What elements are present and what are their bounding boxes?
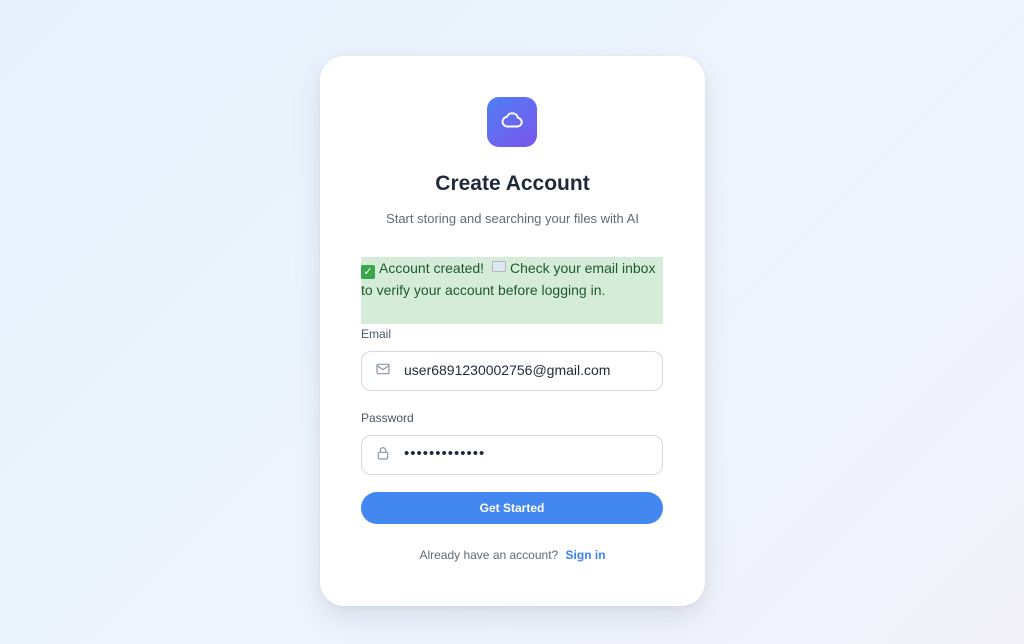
cloud-icon (499, 107, 525, 138)
page-title: Create Account (435, 172, 590, 195)
signin-prompt-text: Already have an account? (419, 548, 559, 562)
signin-prompt-row: Already have an account? Sign in (320, 548, 705, 562)
email-label: Email (361, 327, 392, 341)
lock-icon (375, 445, 391, 461)
envelope-icon (491, 261, 506, 272)
page-subtitle: Start storing and searching your files w… (386, 211, 639, 226)
success-alert: ✓ Account created! Check your email inbox… (361, 257, 663, 324)
check-mark-icon: ✓ (361, 265, 375, 279)
email-field[interactable]: user6891230002756@gmail.com (361, 351, 663, 391)
password-field[interactable]: ••••••••••••• (361, 435, 663, 475)
email-value: user6891230002756@gmail.com (404, 362, 611, 378)
get-started-button[interactable]: Get Started (361, 492, 663, 524)
mail-icon (375, 361, 391, 377)
alert-title: Account created! (379, 260, 485, 276)
signup-card: Create Account Start storing and searchi… (320, 56, 705, 606)
app-logo (487, 97, 537, 147)
password-value: ••••••••••••• (404, 445, 486, 462)
sign-in-link[interactable]: Sign in (566, 548, 606, 562)
password-label: Password (361, 411, 414, 425)
